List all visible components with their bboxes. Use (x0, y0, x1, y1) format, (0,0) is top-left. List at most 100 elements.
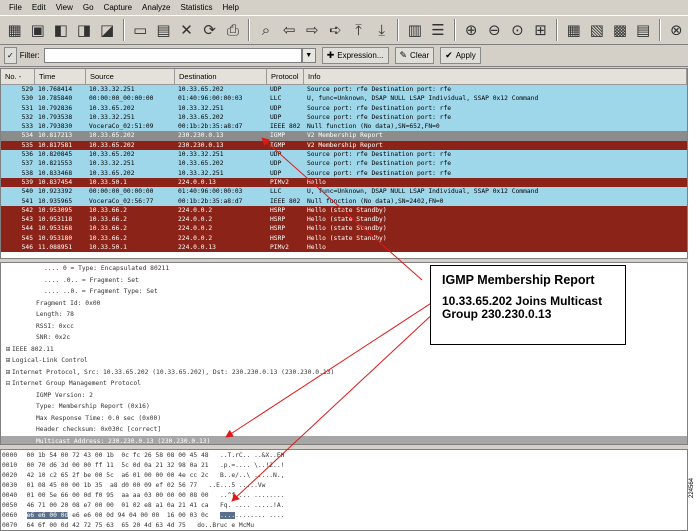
table-row[interactable]: 541 10.935965 VoceraCo_02:56:77 00:1b:2b:35… (1, 196, 687, 206)
detail-row[interactable]: IGMP Version: 2 (1, 390, 687, 402)
save-file-icon[interactable]: ▤ (153, 18, 174, 42)
table-row[interactable]: 544 10.953168 10.33.66.2 224.0.0.2 HSRP Hello… (1, 224, 687, 234)
clear-button[interactable]: ✎ Clear (394, 47, 435, 64)
table-row[interactable]: 532 10.793538 10.33.32.251 10.33.65.202 UDP S… (1, 112, 687, 123)
table-row[interactable]: 545 10.953180 10.33.66.2 224.0.0.2 HSRP Hello… (1, 233, 687, 244)
menu-help[interactable]: Help (218, 0, 244, 15)
expand-icon[interactable]: ⊞ (4, 367, 12, 379)
packet-list-pane[interactable]: No. - Time Source Destination Protocol I… (0, 68, 688, 259)
detail-row[interactable]: ⊟Internet Group Management Protocol (1, 378, 687, 390)
resize-columns-icon[interactable]: ⊞ (530, 18, 551, 42)
menu-statistics[interactable]: Statistics (176, 0, 218, 15)
menu-file[interactable]: File (4, 0, 27, 15)
filter-input[interactable] (43, 48, 302, 63)
hex-row[interactable]: 0030 01 08 45 00 00 1b 35 a8 d0 00 09 ef… (1, 481, 687, 491)
detail-text: Header checksum: 0x030c [correct] (36, 426, 162, 433)
column-info[interactable]: Info (304, 69, 687, 85)
coloring-rules-icon[interactable]: ▩ (609, 18, 630, 42)
interface-list-icon[interactable]: ▦ (4, 18, 25, 42)
menu-view[interactable]: View (51, 0, 78, 15)
hex-row[interactable]: 0060 e6 e6 00 0d e6 e6 00 0d 94 04 00 00… (1, 511, 687, 521)
reload-icon[interactable]: ⟳ (199, 18, 220, 42)
detail-row[interactable]: ⊞Logical-Link Control (1, 355, 687, 367)
zoom-out-icon[interactable]: ⊖ (484, 18, 505, 42)
go-forward-icon[interactable]: ⇨ (302, 18, 323, 42)
find-packet-icon[interactable]: ⌕ (255, 18, 276, 42)
open-file-icon[interactable]: ▭ (130, 18, 151, 42)
help-icon[interactable]: ⊗ (666, 18, 687, 42)
table-row[interactable]: 543 10.953118 10.33.66.2 224.0.0.2 HSRP Hello… (1, 215, 687, 225)
column-time[interactable]: Time (35, 69, 86, 85)
table-row[interactable]: 539 10.837454 10.33.50.1 224.0.0.13 PIMv2 Hel… (1, 177, 687, 188)
cell-no: 539 (21, 178, 33, 186)
chevron-down-icon[interactable]: ▼ (301, 48, 316, 63)
zoom-normal-icon[interactable]: ⊙ (507, 18, 528, 42)
preferences-icon[interactable]: ▤ (633, 18, 654, 42)
go-last-icon[interactable]: ⤓ (371, 18, 392, 42)
hex-ascii: do..Bruc e McMu (197, 522, 255, 529)
hex-bytes: 01 08 45 00 00 1b 35 a8 d0 00 09 ef 02 5… (26, 482, 198, 489)
hex-bytes: e6 e6 00 0d 94 04 00 00 16 00 03 0c (72, 512, 209, 519)
table-row[interactable]: 546 11.088951 10.33.50.1 224.0.0.13 PIMv2 Hel… (1, 243, 687, 253)
detail-row[interactable]: Max Response Time: 0.0 sec (0x00) (1, 413, 687, 425)
capture-start-icon[interactable]: ◧ (50, 18, 71, 42)
table-row[interactable]: 542 10.953095 10.33.66.2 224.0.0.2 HSRP Hello… (1, 205, 687, 216)
table-row[interactable]: 535 10.817581 10.33.65.202 230.230.0.13 IGMP… (1, 140, 687, 151)
hex-row[interactable]: 0010 00 70 d6 3d 00 00 ff 11 5c 0d 0a 21… (1, 461, 687, 471)
go-back-icon[interactable]: ⇦ (279, 18, 300, 42)
detail-row-selected[interactable]: Multicast Address: 230.230.0.13 (230.230… (1, 435, 687, 444)
hex-row[interactable]: 0000 00 1b 54 00 72 43 00 1b 0c fc 26 58… (1, 451, 687, 461)
collapse-icon[interactable]: ⊟ (4, 378, 12, 390)
detail-row[interactable]: ⊞IEEE 802.11 (1, 344, 687, 356)
cell-dst: 10.33.65.202 (178, 86, 224, 93)
capture-stop-icon[interactable]: ◨ (73, 18, 94, 42)
expand-icon[interactable]: ⊞ (4, 355, 12, 367)
column-no[interactable]: No. - (1, 69, 35, 85)
column-destination[interactable]: Destination (175, 69, 267, 85)
menu-capture[interactable]: Capture (99, 0, 137, 15)
table-row[interactable]: 536 10.820845 10.33.65.202 10.33.32.251 UDP S… (1, 150, 687, 160)
hex-row[interactable]: 0070 64 6f 00 0d 42 72 75 63 65 20 4d 63… (1, 521, 687, 530)
packet-bytes-pane[interactable]: 0000 00 1b 54 00 72 43 00 1b 0c fc 26 58… (0, 449, 688, 531)
hex-row[interactable]: 0020 42 10 c2 65 2f be 00 5c a6 01 00 00… (1, 471, 687, 481)
go-first-icon[interactable]: ⤒ (348, 18, 369, 42)
cell-proto: HSRP (270, 216, 286, 224)
display-filters-icon[interactable]: ▧ (586, 18, 607, 42)
print-icon[interactable]: ⎙ (222, 18, 243, 42)
menu-edit[interactable]: Edit (27, 0, 51, 15)
menu-go[interactable]: Go (78, 0, 99, 15)
cell-src: 10.33.66.2 (89, 234, 127, 242)
table-row[interactable]: 531 10.792836 10.33.65.202 10.33.32.251 UDP S… (1, 103, 687, 113)
table-row[interactable]: 540 10.923392 00:00:00_00:00:00 01:40:96:00… (1, 187, 687, 197)
apply-button[interactable]: ✔ Apply (440, 47, 481, 64)
capture-restart-icon[interactable]: ◪ (97, 18, 118, 42)
pane-splitter[interactable] (0, 445, 688, 448)
autoscroll-icon[interactable]: ☰ (427, 18, 448, 42)
hex-row[interactable]: 0050 46 71 00 20 08 e7 00 00 01 02 e8 a1… (1, 501, 687, 511)
capture-filters-icon[interactable]: ▦ (563, 18, 584, 42)
cell-no: 536 (21, 151, 33, 159)
table-row[interactable]: 530 10.785840 00:00:00_00:00:00 01:40:96:00… (1, 94, 687, 104)
table-row[interactable]: 538 10.833468 10.33.65.202 10.33.32.251 UDP S… (1, 168, 687, 178)
detail-row[interactable]: Header checksum: 0x030c [correct] (1, 424, 687, 436)
table-row[interactable]: 533 10.793830 VoceraCo_02:51:09 00:1b:2b:35… (1, 122, 687, 132)
cell-src: 10.33.50.1 (89, 178, 127, 186)
expand-icon[interactable]: ⊞ (4, 344, 12, 356)
table-row[interactable]: 529 10.768414 10.33.32.251 10.33.65.202 UDP S… (1, 85, 687, 95)
filter-icon[interactable]: ✓ (4, 47, 17, 64)
capture-options-icon[interactable]: ▣ (27, 18, 48, 42)
close-file-icon[interactable]: ✕ (176, 18, 197, 42)
table-row[interactable]: 537 10.821553 10.33.32.251 10.33.65.202 UDP S… (1, 159, 687, 169)
column-protocol[interactable]: Protocol (267, 69, 304, 85)
detail-row[interactable]: Type: Membership Report (0x16) (1, 401, 687, 413)
table-row-selected[interactable]: 534 10.817213 10.33.65.202 230.230.0.13 IGMP… (1, 131, 687, 141)
menu-analyze[interactable]: Analyze (137, 0, 175, 15)
zoom-in-icon[interactable]: ⊕ (461, 18, 482, 42)
expression-button[interactable]: ✚ Expression... (321, 47, 389, 64)
column-source[interactable]: Source (86, 69, 175, 85)
go-to-packet-icon[interactable]: ➪ (325, 18, 346, 42)
colorize-icon[interactable]: ▥ (404, 18, 425, 42)
hex-row[interactable]: 0040 01 00 5e 66 00 0d f0 95 aa aa 03 00… (1, 491, 687, 501)
cell-dst: 230.230.0.13 (178, 132, 224, 140)
detail-row[interactable]: ⊞Internet Protocol, Src: 10.33.65.202 (1… (1, 367, 687, 379)
